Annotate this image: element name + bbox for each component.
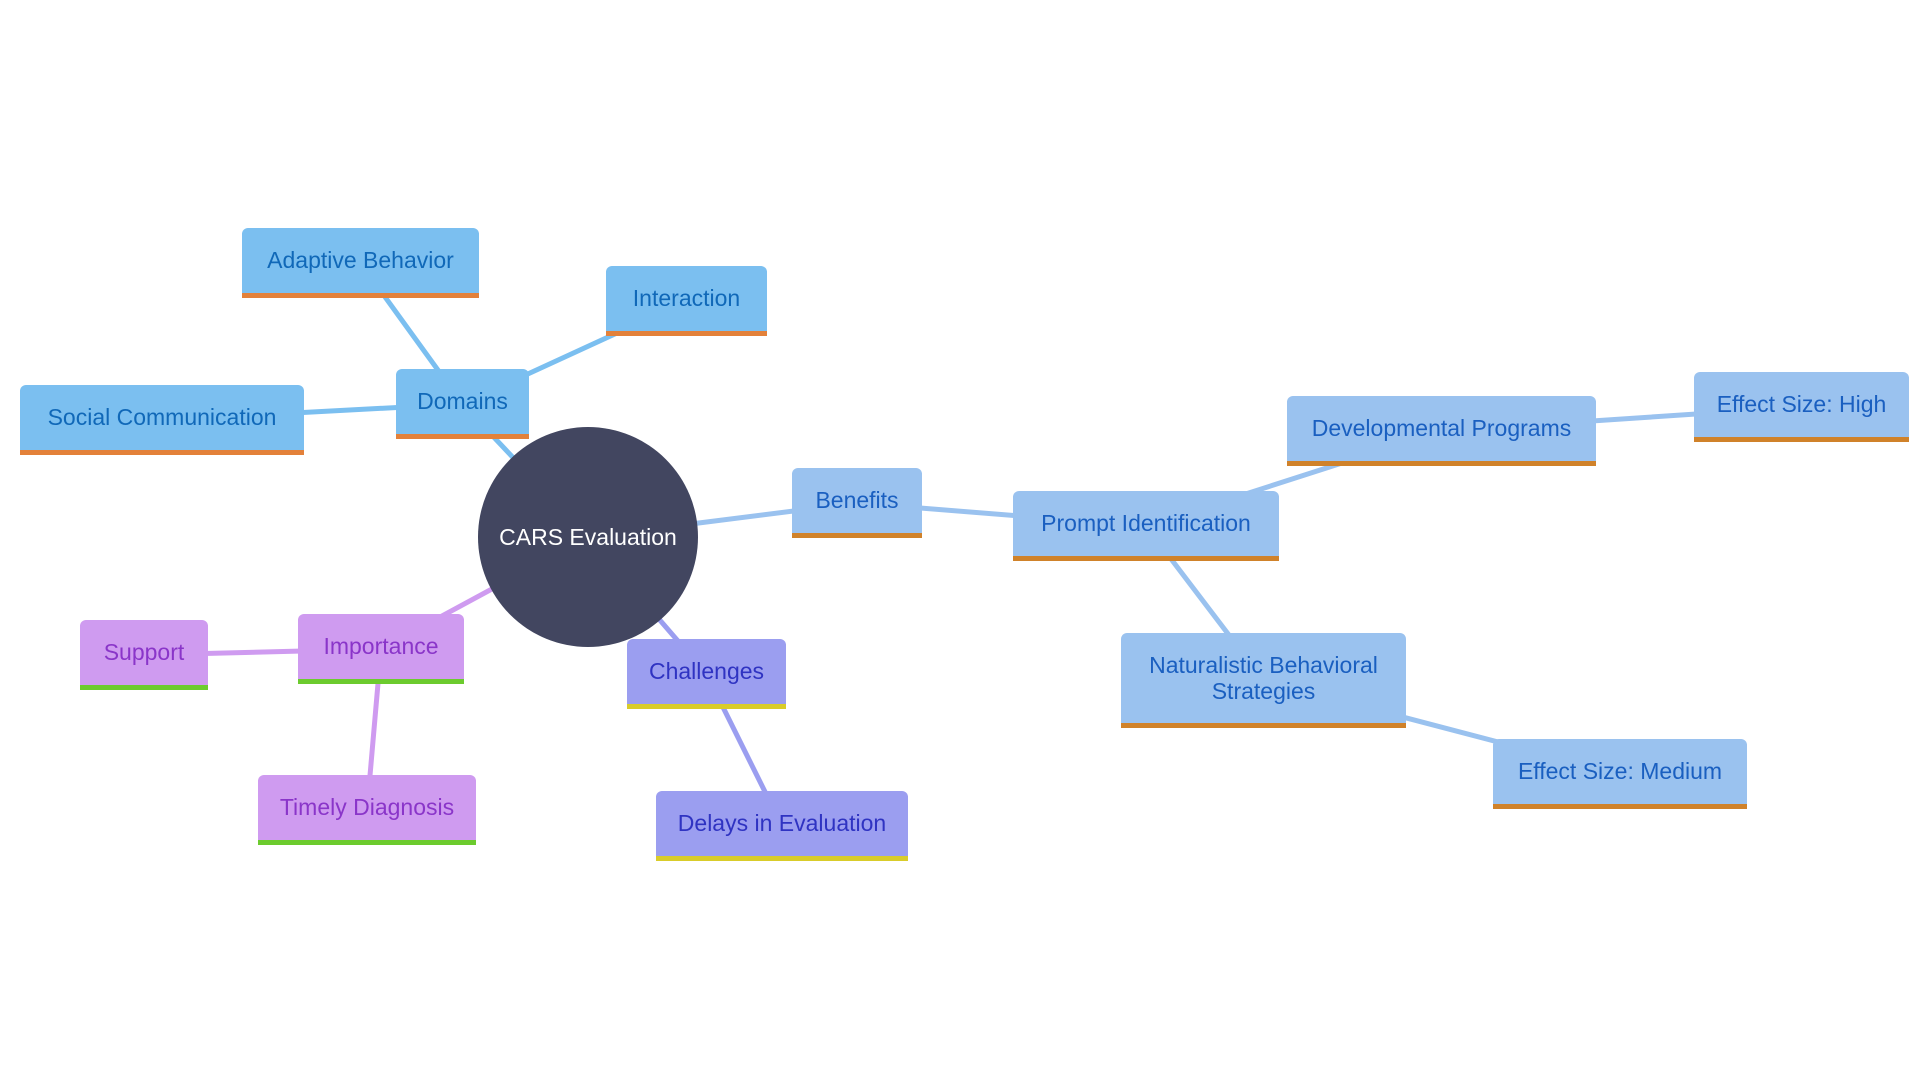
node-support[interactable]: Support [80,620,208,690]
mindmap-canvas: Adaptive Behavior Interaction Domains So… [0,0,1920,1080]
edges-layer [141,260,1804,829]
node-social-communication[interactable]: Social Communication [20,385,304,455]
node-naturalistic-behavioral-strategies[interactable]: Naturalistic Behavioral Strategies [1121,633,1406,728]
node-delays-in-evaluation[interactable]: Delays in Evaluation [656,791,908,861]
node-prompt-identification[interactable]: Prompt Identification [1013,491,1279,561]
node-effect-size-medium[interactable]: Effect Size: Medium [1493,739,1747,809]
node-importance[interactable]: Importance [298,614,464,684]
node-developmental-programs[interactable]: Developmental Programs [1287,396,1596,466]
node-challenges[interactable]: Challenges [627,639,786,709]
node-domains[interactable]: Domains [396,369,529,439]
node-benefits[interactable]: Benefits [792,468,922,538]
node-timely-diagnosis[interactable]: Timely Diagnosis [258,775,476,845]
node-effect-size-high[interactable]: Effect Size: High [1694,372,1909,442]
node-interaction[interactable]: Interaction [606,266,767,336]
node-root-cars-evaluation[interactable]: CARS Evaluation [478,427,698,647]
node-adaptive-behavior[interactable]: Adaptive Behavior [242,228,479,298]
